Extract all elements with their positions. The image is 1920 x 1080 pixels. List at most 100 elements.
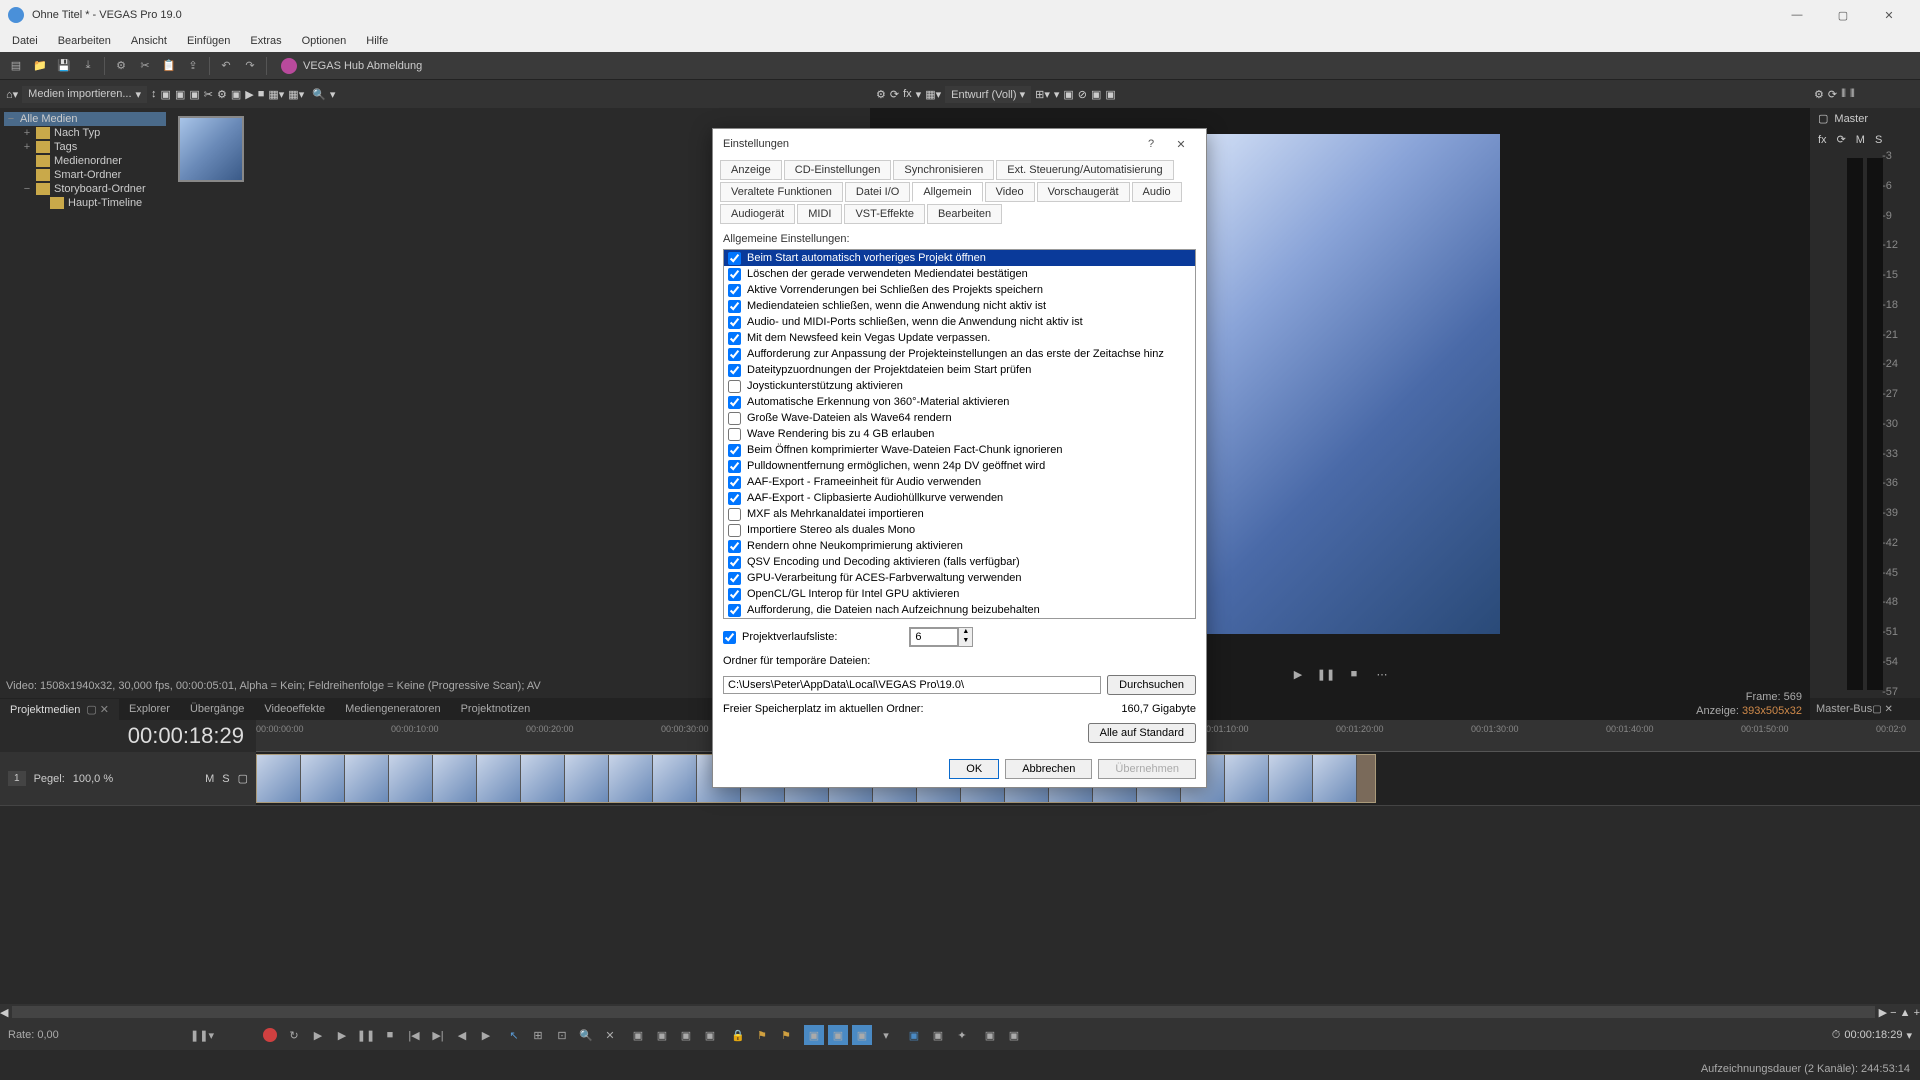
menu-ansicht[interactable]: Ansicht [123,33,175,49]
option-checkbox[interactable] [728,428,741,441]
dialog-tab[interactable]: Bearbeiten [927,204,1002,224]
option-checkbox[interactable] [728,412,741,425]
history-spinner[interactable]: ▲▼ [909,627,973,647]
option-checkbox[interactable] [728,444,741,457]
home-icon[interactable]: ⌂▾ [6,88,18,101]
timeline-scrollbar[interactable]: ◀▶ − ▲ + [0,1004,1920,1020]
record-button[interactable] [260,1025,280,1045]
dialog-tab[interactable]: Audiogerät [720,204,795,224]
tab-projektmedien[interactable]: Projektmedien▢ ✕ [0,699,119,720]
close-button[interactable]: ✕ [1866,0,1912,30]
help-button[interactable]: ? [1136,129,1166,159]
tool-icon[interactable]: ▣ [852,1025,872,1045]
prev-frame-icon[interactable]: ◀ [452,1025,472,1045]
option-row[interactable]: Mediendateien schließen, wenn die Anwend… [724,298,1195,314]
media-thumbnail[interactable] [178,116,244,182]
dialog-tab[interactable]: Datei I/O [845,182,910,202]
menu-extras[interactable]: Extras [242,33,289,49]
delete-icon[interactable]: ✕ [600,1025,620,1045]
options-list[interactable]: Beim Start automatisch vorheriges Projek… [723,249,1196,619]
view-icon[interactable]: ▦▾ [268,88,284,101]
fx-icon[interactable]: fx [903,88,912,100]
tree-item[interactable]: Haupt-Timeline [4,196,166,210]
tool-icon[interactable]: ❚❚▾ [192,1025,212,1045]
tree-item[interactable]: Smart-Ordner [4,168,166,182]
tool-icon[interactable]: ▣ [628,1025,648,1045]
option-row[interactable]: Mit dem Newsfeed kein Vegas Update verpa… [724,330,1195,346]
tab-projektnotizen[interactable]: Projektnotizen [451,699,541,719]
option-row[interactable]: Löschen der gerade verwendeten Mediendat… [724,266,1195,282]
paste-icon[interactable]: 📋 [159,56,179,76]
spin-down[interactable]: ▼ [958,637,972,646]
tab-uebergaenge[interactable]: Übergänge [180,699,254,719]
tool-icon[interactable]: ▣ [980,1025,1000,1045]
properties-icon[interactable]: ⚙ [111,56,131,76]
tool-icon[interactable]: ▣ [1091,88,1101,101]
menu-optionen[interactable]: Optionen [294,33,355,49]
track-header[interactable]: 1 Pegel: 100,0 % MS ▢ [0,752,256,805]
settings-icon[interactable]: ⚙ [1814,88,1824,101]
dialog-tab[interactable]: Audio [1132,182,1182,202]
option-checkbox[interactable] [728,300,741,313]
option-row[interactable]: Große Wave-Dateien als Wave64 rendern [724,410,1195,426]
tool-icon[interactable]: ✂ [204,88,213,101]
tab-videoeffekte[interactable]: Videoeffekte [254,699,335,719]
tree-item[interactable]: +Tags [4,140,166,154]
option-row[interactable]: Rendern ohne Neukomprimierung aktivieren [724,538,1195,554]
tool-icon[interactable]: ▣ [189,88,199,101]
option-row[interactable]: Joystickunterstützung aktivieren [724,378,1195,394]
undo-icon[interactable]: ↶ [216,56,236,76]
option-row[interactable]: Aufforderung, die Dateien nach Aufzeichn… [724,602,1195,618]
option-row[interactable]: OpenCL/GL Interop für Intel GPU aktivier… [724,586,1195,602]
render-icon[interactable]: ⤓ [78,56,98,76]
option-checkbox[interactable] [728,540,741,553]
option-row[interactable]: Dateitypzuordnungen der Projektdateien b… [724,362,1195,378]
marker-icon[interactable]: ⚑ [776,1025,796,1045]
play-icon[interactable]: ▶ [1288,664,1308,684]
option-checkbox[interactable] [728,572,741,585]
save-icon[interactable]: 💾 [54,56,74,76]
browse-button[interactable]: Durchsuchen [1107,675,1196,695]
option-row[interactable]: Pulldownentfernung ermöglichen, wenn 24p… [724,458,1195,474]
close-button[interactable]: ✕ [1166,129,1196,159]
option-row[interactable]: Beim Öffnen komprimierter Wave-Dateien F… [724,442,1195,458]
import-dropdown[interactable]: Medien importieren... ▾ [22,86,147,103]
play-icon[interactable]: ▶ [245,88,253,101]
option-checkbox[interactable] [728,492,741,505]
tool-icon[interactable]: ▾ [916,88,922,101]
option-checkbox[interactable] [728,268,741,281]
option-row[interactable]: AAF-Export - Clipbasierte Audiohüllkurve… [724,490,1195,506]
play-icon[interactable]: ▶ [332,1025,352,1045]
menu-einfuegen[interactable]: Einfügen [179,33,238,49]
dialog-tab[interactable]: Synchronisieren [893,160,994,180]
marker-icon[interactable]: ⚑ [752,1025,772,1045]
settings-icon[interactable]: ⚙ [217,88,227,101]
tool-icon[interactable]: ▣ [1004,1025,1024,1045]
option-row[interactable]: GPU-Verarbeitung für ACES-Farbverwaltung… [724,570,1195,586]
minimize-button[interactable]: — [1774,0,1820,30]
dialog-tab[interactable]: Vorschaugerät [1037,182,1130,202]
settings-icon[interactable]: ⚙ [876,88,886,101]
tool-icon[interactable]: ▣ [652,1025,672,1045]
stop-icon[interactable]: ■ [258,88,265,100]
next-frame-icon[interactable]: ▶ [476,1025,496,1045]
tool-icon[interactable]: ✦ [952,1025,972,1045]
tool-icon[interactable]: ▣ [700,1025,720,1045]
tool-icon[interactable]: ▣ [1063,88,1073,101]
lock-icon[interactable]: 🔒 [728,1025,748,1045]
hub-logout[interactable]: VEGAS Hub Abmeldung [273,56,430,76]
dialog-tab[interactable]: VST-Effekte [844,204,925,224]
ok-button[interactable]: OK [949,759,999,779]
option-checkbox[interactable] [728,396,741,409]
cancel-button[interactable]: Abbrechen [1005,759,1092,779]
cut-icon[interactable]: ✂ [135,56,155,76]
option-row[interactable]: Beim Start automatisch vorheriges Projek… [724,250,1195,266]
go-end-icon[interactable]: ▶| [428,1025,448,1045]
option-checkbox[interactable] [728,588,741,601]
option-row[interactable]: Aufforderung zur Anpassung der Projektei… [724,346,1195,362]
menu-bearbeiten[interactable]: Bearbeiten [50,33,119,49]
option-checkbox[interactable] [728,604,741,617]
tool-icon[interactable]: ▾ [876,1025,896,1045]
tool-icon[interactable]: ⊘ [1078,88,1087,101]
option-checkbox[interactable] [728,364,741,377]
